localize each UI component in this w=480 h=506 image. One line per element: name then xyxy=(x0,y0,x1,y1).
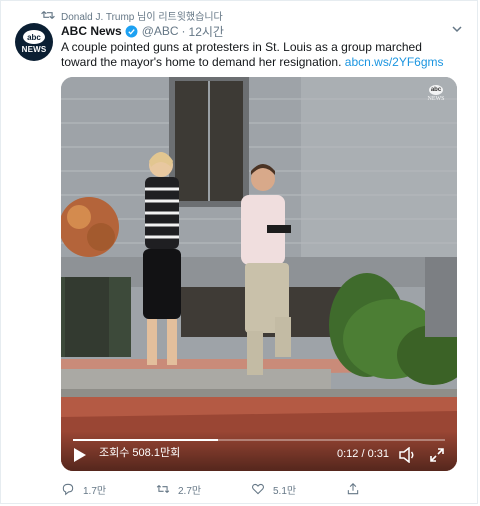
author-handle[interactable]: @ABC xyxy=(142,24,179,38)
timestamp[interactable]: 12시간 xyxy=(189,23,224,40)
reply-count: 1.7만 xyxy=(83,485,107,497)
retweet-count: 2.7만 xyxy=(178,485,202,497)
retweet-button[interactable]: 2.7만 xyxy=(156,481,251,497)
progress-bar[interactable] xyxy=(73,439,445,441)
share-icon xyxy=(347,483,359,495)
fullscreen-icon[interactable] xyxy=(429,447,445,463)
retweet-icon xyxy=(156,485,170,493)
retweet-context-text: Donald J. Trump 님이 리트윗했습니다 xyxy=(61,11,223,23)
video-controls: 조회수 508.1만회 0:12 / 0:31 xyxy=(61,431,457,471)
verified-badge-icon xyxy=(125,25,138,37)
tweet-text: A couple pointed guns at protesters in S… xyxy=(61,40,461,70)
avatar-subtext: NEWS xyxy=(21,45,47,54)
tweet-header: ABC News @ABC · 12시간 xyxy=(61,23,224,39)
tweet-actions: 1.7만 2.7만 5.1만 xyxy=(61,481,441,497)
watermark-text: NEWS xyxy=(427,96,445,102)
abc-news-watermark: abc NEWS xyxy=(423,85,449,109)
retweet-context[interactable]: Donald J. Trump 님이 리트윗했습니다 xyxy=(41,8,223,23)
like-count: 5.1만 xyxy=(273,485,297,497)
video-frame xyxy=(61,77,457,471)
video-player[interactable]: abc NEWS 조회수 508.1만회 0:12 / 0:31 xyxy=(61,77,457,471)
share-button[interactable] xyxy=(346,481,441,497)
timecode: 0:12 / 0:31 xyxy=(337,448,389,460)
retweet-icon xyxy=(41,11,55,19)
heart-icon xyxy=(252,483,264,495)
volume-icon[interactable] xyxy=(399,447,417,463)
view-count: 조회수 508.1만회 xyxy=(99,447,181,459)
reply-button[interactable]: 1.7만 xyxy=(61,481,156,497)
chevron-down-icon[interactable] xyxy=(451,23,463,35)
play-icon[interactable] xyxy=(73,447,87,463)
like-button[interactable]: 5.1만 xyxy=(251,481,346,497)
tweet-link[interactable]: abcn.ws/2YF6gms xyxy=(345,55,444,69)
avatar-logo: abc xyxy=(23,30,45,44)
author-name[interactable]: ABC News xyxy=(61,24,122,38)
avatar[interactable]: abc NEWS xyxy=(15,23,53,61)
watermark-logo: abc xyxy=(429,85,443,95)
tweet-card[interactable]: Donald J. Trump 님이 리트윗했습니다 abc NEWS ABC … xyxy=(0,0,478,504)
progress-fill xyxy=(73,439,219,441)
separator: · xyxy=(181,24,186,38)
reply-icon xyxy=(62,483,74,496)
